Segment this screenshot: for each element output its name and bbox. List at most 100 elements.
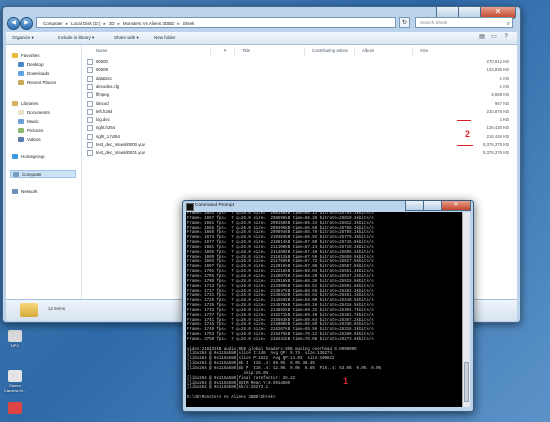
file-size: 218,445 KB <box>486 133 509 139</box>
file-icon <box>87 100 93 107</box>
shortcut-label: NPC <box>10 343 20 348</box>
file-row[interactable]: ffmpeg 8,588 KB <box>82 91 517 99</box>
file-icon <box>87 117 93 124</box>
share-with-button[interactable]: Share with ▾ <box>114 32 139 44</box>
refresh-icon[interactable]: ↻ <box>399 17 410 28</box>
file-row[interactable]: right.h264 128,430 KB <box>82 124 517 132</box>
file-name: test_dec_ViewId0001.yuv <box>96 150 145 156</box>
back-arrow-icon[interactable]: ◀ <box>7 17 20 30</box>
file-icon <box>87 92 93 99</box>
console-output[interactable]: Frame= 1653 fps= 7 q=28.0 size= 208198kB… <box>186 212 462 407</box>
nav-music[interactable]: Music <box>18 118 39 126</box>
breadcrumb-item[interactable]: Local Disk (D:) <box>71 21 101 26</box>
file-name: ldecod <box>96 100 109 106</box>
file-name: 00009 <box>96 67 108 73</box>
annotation-arrow <box>457 145 473 146</box>
file-row[interactable]: test_dec_ViewId0000.yuv 5,376,375 KB <box>82 141 517 149</box>
nav-desktop[interactable]: Desktop <box>18 61 44 69</box>
scrollbar-thumb[interactable] <box>464 362 469 402</box>
nav-recent-places[interactable]: Recent Places <box>18 79 56 87</box>
desktop-shortcut[interactable]: NPC <box>2 330 28 348</box>
file-name: right.h264 <box>96 125 116 131</box>
breadcrumb-item[interactable]: 3D <box>109 21 115 26</box>
breadcrumb-item[interactable]: Monsters Vs Aliens 3DBD <box>123 21 175 26</box>
chevron-right-icon[interactable]: ▸ <box>104 21 106 26</box>
breadcrumb: Computer ▸ Local Disk (D:) ▸ 3D ▸ Monsters Vs … <box>43 21 194 26</box>
file-row[interactable]: right_1.h264 218,445 KB <box>82 133 517 141</box>
nav-documents[interactable]: Documents <box>18 109 50 117</box>
cmd-close-button[interactable]: ✕ <box>441 201 471 211</box>
nav-computer[interactable]: Computer <box>10 170 76 178</box>
nav-videos[interactable]: Videos <box>18 136 41 144</box>
column-name[interactable]: Name <box>96 47 107 55</box>
file-name: test_dec_ViewId0000.yuv <box>96 142 145 147</box>
desktop-shortcut[interactable] <box>2 402 28 415</box>
cmd-maximize-button[interactable] <box>423 201 443 211</box>
cmd-minimize-button[interactable] <box>405 201 425 211</box>
nav-libraries[interactable]: Libraries <box>12 100 38 108</box>
homegroup-icon <box>12 154 18 160</box>
file-name: 00000 <box>96 59 108 64</box>
nav-homegroup[interactable]: Homegroup <box>12 153 45 161</box>
address-bar[interactable]: Computer ▸ Local Disk (D:) ▸ 3D ▸ Monsters Vs … <box>36 17 396 28</box>
file-size: 8,588 KB <box>491 92 509 98</box>
file-size: 133,836 KB <box>486 67 509 73</box>
include-in-library-button[interactable]: Include in library ▾ <box>58 32 94 44</box>
search-icon: ⌕ <box>506 21 510 27</box>
chevron-right-icon[interactable]: ▸ <box>177 21 179 26</box>
file-row[interactable]: 00009 133,836 KB <box>82 66 517 74</box>
command-prompt-window: Command Prompt ✕ Frame= 1653 fps= 7 q=28… <box>182 200 474 412</box>
file-icon <box>87 142 93 148</box>
chevron-right-icon[interactable]: ▸ <box>118 21 120 26</box>
documents-icon <box>18 110 24 116</box>
organize-button[interactable]: Organize ▾ <box>12 32 34 44</box>
shortcut-icon <box>8 402 22 414</box>
file-size: 128,430 KB <box>486 125 509 131</box>
annotation-number: 1 <box>343 376 349 386</box>
column-contributing-artists[interactable]: Contributing artists <box>312 47 348 55</box>
star-icon <box>12 53 18 59</box>
file-name: ffmpeg <box>96 92 110 98</box>
recent-places-icon <box>18 80 24 86</box>
breadcrumb-item[interactable]: Computer <box>43 21 63 26</box>
downloads-icon <box>18 71 24 77</box>
search-input[interactable]: Search Shrek ⌕ <box>415 17 513 28</box>
nav-network[interactable]: Network <box>12 188 38 196</box>
file-row[interactable]: dataDec 1 KB <box>82 75 517 83</box>
search-placeholder: Search Shrek <box>420 20 448 25</box>
nav-favorites[interactable]: Favorites <box>12 52 40 60</box>
cmd-icon <box>186 203 194 211</box>
column-number[interactable]: # <box>224 47 226 55</box>
desktop-shortcut[interactable]: Stereo Camera M... <box>2 370 28 393</box>
column-size[interactable]: Size <box>420 47 428 55</box>
file-name: right_1.h264 <box>96 133 120 139</box>
view-options-icon[interactable]: ▤ <box>477 33 487 42</box>
console-line: D:\3D\Monsters Vs Aliens 3DBD\Shrek> <box>187 396 276 401</box>
network-icon <box>12 189 18 195</box>
file-row[interactable]: log.dec 1 KB <box>82 116 517 124</box>
nav-downloads[interactable]: Downloads <box>18 70 49 78</box>
new-folder-button[interactable]: New folder <box>154 32 176 44</box>
file-name: log.dec <box>96 117 110 123</box>
nav-pictures[interactable]: Pictures <box>18 127 43 135</box>
file-row[interactable]: test_dec_ViewId0001.yuv 5,376,375 KB <box>82 149 517 157</box>
column-album[interactable]: Album <box>362 47 374 55</box>
file-icon <box>87 150 93 157</box>
libraries-icon <box>12 101 18 107</box>
breadcrumb-item[interactable]: Shrek <box>183 21 195 26</box>
file-row[interactable]: ldecod 967 KB <box>82 100 517 108</box>
file-row[interactable]: left.h264 220,875 KB <box>82 108 517 116</box>
chevron-right-icon[interactable]: ▸ <box>66 21 68 26</box>
file-icon <box>87 75 93 82</box>
help-icon[interactable]: ? <box>501 33 511 42</box>
folder-icon <box>20 303 38 317</box>
forward-arrow-icon[interactable]: ▶ <box>20 17 33 30</box>
column-title[interactable]: Title <box>242 47 250 55</box>
file-icon <box>87 67 93 74</box>
file-row[interactable]: 00000 270,812 KB <box>82 58 517 66</box>
preview-pane-icon[interactable]: ▭ <box>489 33 499 42</box>
console-scrollbar[interactable] <box>462 212 470 407</box>
file-row[interactable]: decodes.cfg 1 KB <box>82 83 517 91</box>
file-name: decodes.cfg <box>96 83 120 89</box>
desktop-icon <box>18 62 24 68</box>
